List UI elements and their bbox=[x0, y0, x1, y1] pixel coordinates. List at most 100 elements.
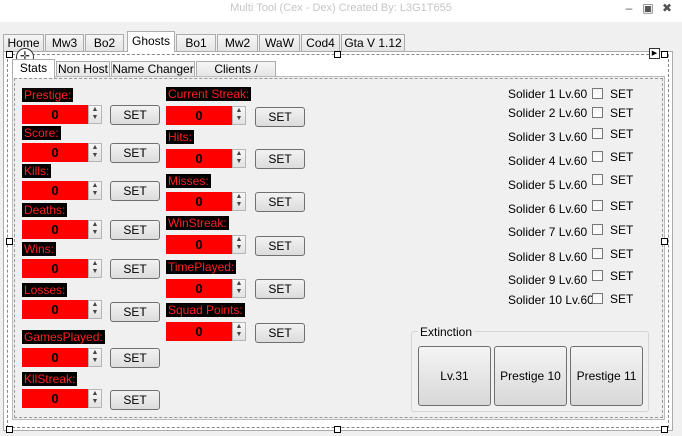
tab-mw3[interactable]: Mw3 bbox=[45, 34, 84, 51]
tab-non-host[interactable]: Non Host bbox=[56, 61, 110, 77]
soldier-7-label: Solider 7 Lv.60 bbox=[508, 225, 588, 239]
stat-value-deaths[interactable]: 0 bbox=[22, 220, 88, 239]
tab-ghosts[interactable]: Ghosts bbox=[127, 31, 175, 52]
spin-buttons[interactable]: ▲ ▼ bbox=[232, 235, 246, 254]
soldier-6-checkbox[interactable] bbox=[592, 200, 603, 211]
set-misses-button[interactable]: SET bbox=[255, 192, 305, 212]
spin-buttons[interactable]: ▲ ▼ bbox=[232, 192, 246, 211]
stat-label-games-played: GamesPlayed: bbox=[22, 330, 105, 344]
extinction-lv31-button[interactable]: Lv.31 bbox=[418, 346, 491, 406]
stat-label-wins: Wins: bbox=[22, 242, 56, 256]
soldier-5-checkbox[interactable] bbox=[592, 174, 603, 185]
stat-value-wins[interactable]: 0 bbox=[22, 259, 88, 278]
extinction-prestige-10-button[interactable]: Prestige 10 bbox=[494, 346, 567, 406]
stat-value-games-played[interactable]: 0 bbox=[22, 348, 88, 367]
resize-handle[interactable] bbox=[6, 51, 13, 58]
set-hits-button[interactable]: SET bbox=[255, 149, 305, 169]
sub-tab-strip: Stats Non Host Name Changer Clients / Lo… bbox=[0, 59, 682, 91]
set-losses-button[interactable]: SET bbox=[110, 302, 160, 322]
spin-buttons[interactable]: ▲ ▼ bbox=[232, 322, 246, 341]
spin-buttons[interactable]: ▲ ▼ bbox=[232, 279, 246, 298]
stat-label-win-streak: WinStreak: bbox=[166, 216, 229, 230]
soldier-10-set-label[interactable]: SET bbox=[610, 291, 633, 307]
resize-handle[interactable] bbox=[661, 51, 668, 58]
set-wins-button[interactable]: SET bbox=[110, 259, 160, 279]
stat-label-misses: Misses: bbox=[166, 174, 211, 188]
stat-label-current-streak: Current Streak: bbox=[166, 87, 252, 101]
stat-value-win-streak[interactable]: 0 bbox=[166, 235, 232, 254]
stat-value-kills[interactable]: 0 bbox=[22, 181, 88, 200]
spin-buttons[interactable]: ▲ ▼ bbox=[88, 143, 102, 162]
soldier-1-checkbox[interactable] bbox=[592, 88, 603, 99]
set-games-played-button[interactable]: SET bbox=[110, 348, 160, 368]
stat-label-squad-points: Squad Points: bbox=[166, 303, 245, 317]
set-time-played-button[interactable]: SET bbox=[255, 279, 305, 299]
soldier-1-set-label[interactable]: SET bbox=[610, 86, 633, 102]
set-win-streak-button[interactable]: SET bbox=[255, 236, 305, 256]
spin-buttons[interactable]: ▲ ▼ bbox=[88, 181, 102, 200]
tab-bo1[interactable]: Bo1 bbox=[176, 34, 216, 51]
resize-handle[interactable] bbox=[334, 51, 341, 58]
stat-value-squad-points[interactable]: 0 bbox=[166, 322, 232, 341]
spin-buttons[interactable]: ▲ ▼ bbox=[88, 105, 102, 124]
stat-label-time-played: TimePlayed: bbox=[166, 260, 237, 274]
close-icon[interactable]: ✖ bbox=[656, 0, 678, 16]
tab-bo2[interactable]: Bo2 bbox=[85, 34, 124, 51]
soldier-7-set-label[interactable]: SET bbox=[610, 222, 633, 238]
tab-waw[interactable]: WaW bbox=[259, 34, 300, 51]
stat-value-time-played[interactable]: 0 bbox=[166, 279, 232, 298]
smart-tag-icon[interactable]: ▶ bbox=[649, 48, 660, 59]
tab-name-changer[interactable]: Name Changer bbox=[111, 61, 195, 77]
soldier-10-checkbox[interactable] bbox=[592, 293, 603, 304]
stat-value-current-streak[interactable]: 0 bbox=[166, 106, 232, 125]
set-kills-button[interactable]: SET bbox=[110, 181, 160, 201]
set-kill-streak-button[interactable]: SET bbox=[110, 390, 160, 410]
stat-value-losses[interactable]: 0 bbox=[22, 300, 88, 319]
tab-clients-lobby[interactable]: Clients / Lobby bbox=[196, 61, 276, 91]
set-deaths-button[interactable]: SET bbox=[110, 220, 160, 240]
spin-buttons[interactable]: ▲ ▼ bbox=[88, 220, 102, 239]
tab-cod4[interactable]: Cod4 bbox=[301, 34, 340, 51]
soldier-9-set-label[interactable]: SET bbox=[610, 268, 633, 284]
stat-value-hits[interactable]: 0 bbox=[166, 149, 232, 168]
soldier-4-checkbox[interactable] bbox=[592, 151, 603, 162]
resize-handle[interactable] bbox=[661, 238, 668, 245]
set-current-streak-button[interactable]: SET bbox=[255, 107, 305, 127]
stat-value-score[interactable]: 0 bbox=[22, 143, 88, 162]
resize-handle[interactable] bbox=[6, 238, 13, 245]
spin-buttons[interactable]: ▲ ▼ bbox=[232, 149, 246, 168]
soldier-3-checkbox[interactable] bbox=[592, 128, 603, 139]
extinction-prestige-11-button[interactable]: Prestige 11 bbox=[570, 346, 643, 406]
resize-handle[interactable] bbox=[661, 426, 668, 433]
stat-label-prestige: Prestige: bbox=[22, 88, 74, 102]
spin-buttons[interactable]: ▲ ▼ bbox=[88, 389, 102, 408]
resize-handle[interactable] bbox=[334, 426, 341, 433]
set-prestige-button[interactable]: SET bbox=[110, 105, 160, 125]
resize-handle[interactable] bbox=[6, 426, 13, 433]
spin-buttons[interactable]: ▲ ▼ bbox=[88, 259, 102, 278]
soldier-8-checkbox[interactable] bbox=[592, 248, 603, 259]
soldier-3-set-label[interactable]: SET bbox=[610, 126, 633, 142]
stat-value-kill-streak[interactable]: 0 bbox=[22, 389, 88, 408]
soldier-6-set-label[interactable]: SET bbox=[610, 198, 633, 214]
stat-value-misses[interactable]: 0 bbox=[166, 192, 232, 211]
set-squad-points-button[interactable]: SET bbox=[255, 323, 305, 343]
stat-value-prestige[interactable]: 0 bbox=[22, 105, 88, 124]
soldier-7-checkbox[interactable] bbox=[592, 224, 603, 235]
tab-mw2[interactable]: Mw2 bbox=[217, 34, 258, 51]
set-score-button[interactable]: SET bbox=[110, 143, 160, 163]
soldier-2-checkbox[interactable] bbox=[592, 107, 603, 118]
soldier-6-label: Solider 6 Lv.60 bbox=[508, 202, 588, 216]
soldier-5-set-label[interactable]: SET bbox=[610, 172, 633, 188]
soldier-9-checkbox[interactable] bbox=[592, 270, 603, 281]
soldier-1-label: Solider 1 Lv.60 bbox=[508, 87, 588, 101]
soldier-2-set-label[interactable]: SET bbox=[610, 105, 633, 121]
stat-label-losses: Losses: bbox=[22, 283, 68, 297]
tab-stats[interactable]: Stats bbox=[12, 59, 55, 78]
soldier-4-set-label[interactable]: SET bbox=[610, 149, 633, 165]
spin-buttons[interactable]: ▲ ▼ bbox=[88, 348, 102, 367]
spin-buttons[interactable]: ▲ ▼ bbox=[232, 106, 246, 125]
spin-buttons[interactable]: ▲ ▼ bbox=[88, 300, 102, 319]
soldier-8-set-label[interactable]: SET bbox=[610, 246, 633, 262]
tab-gta-v[interactable]: Gta V 1.12 bbox=[341, 34, 405, 51]
